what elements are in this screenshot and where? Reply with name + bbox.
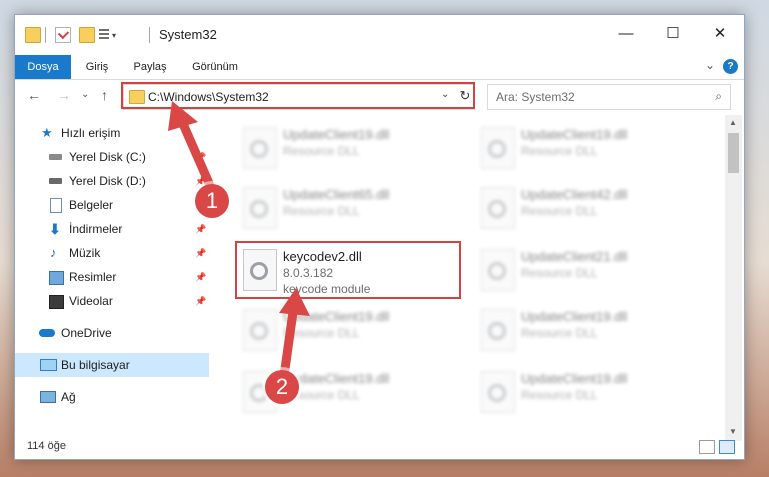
- arrow-1-head: [168, 101, 198, 131]
- callout-2: 2: [265, 370, 299, 404]
- callout-1: 1: [195, 184, 229, 218]
- arrow-2-head: [279, 288, 310, 316]
- arrow-2: [279, 300, 299, 381]
- arrow-1: [175, 112, 217, 195]
- annotation-arrows: [168, 101, 310, 381]
